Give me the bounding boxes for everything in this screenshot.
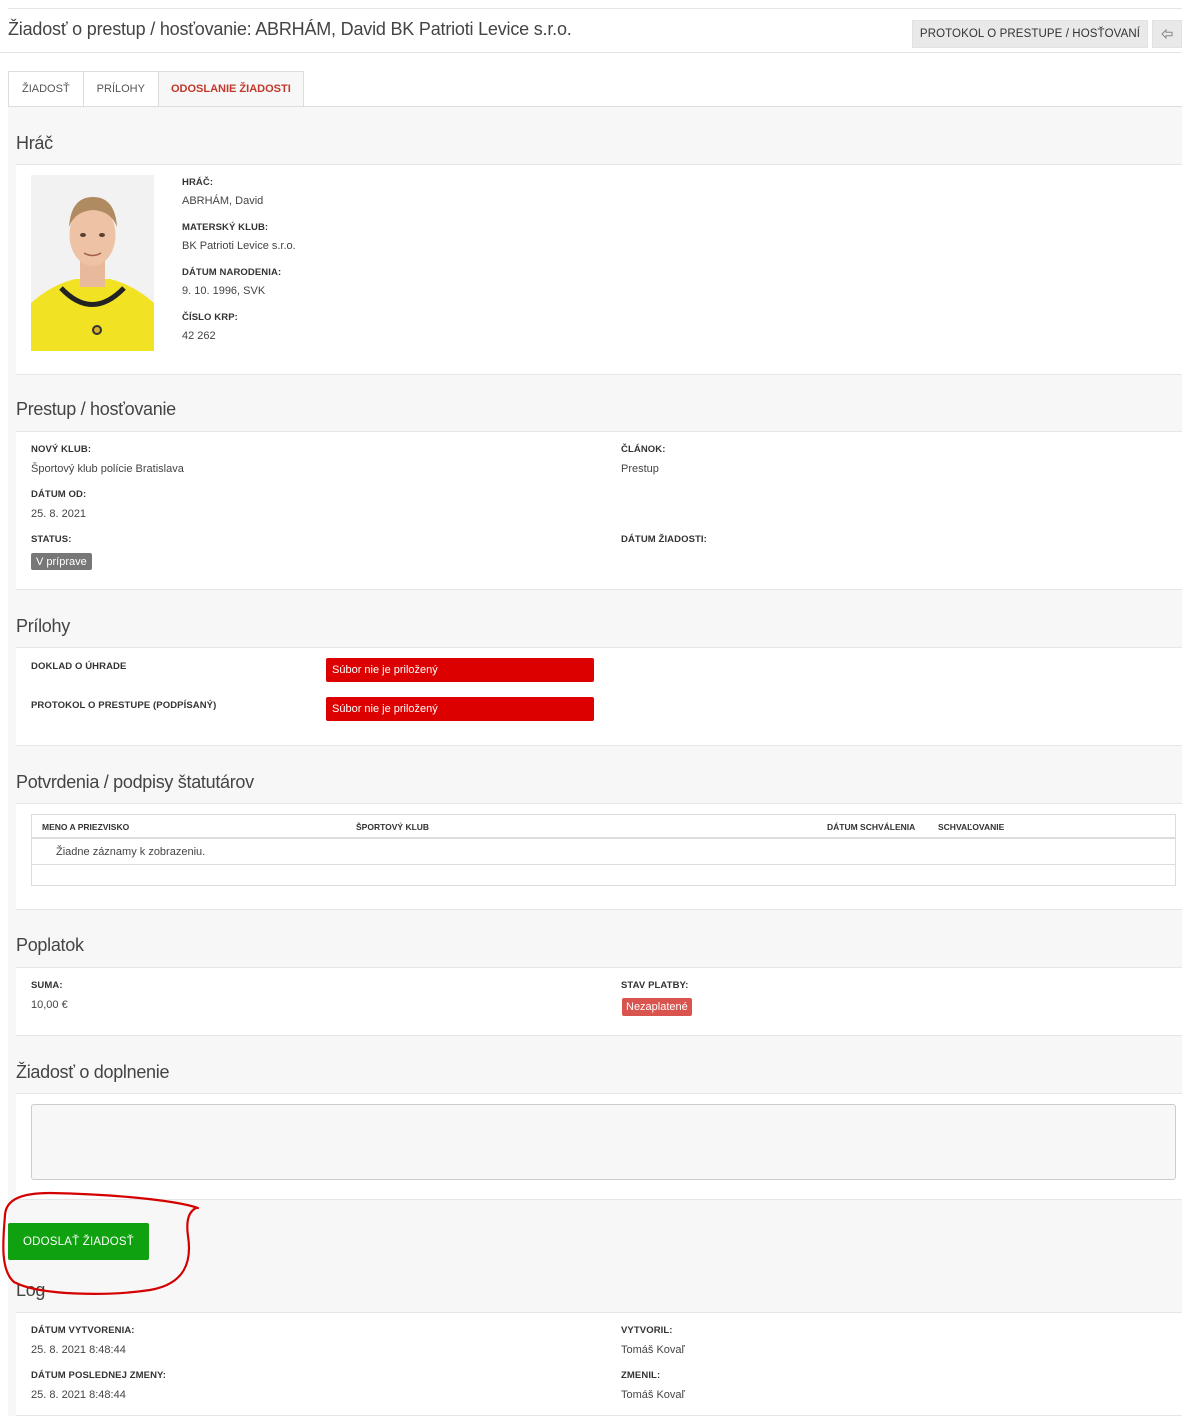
created-by-value: Tomáš Kovaľ bbox=[621, 1344, 685, 1356]
arrow-left-icon bbox=[1161, 29, 1173, 39]
birth-date-label: DÁTUM NARODENIA: bbox=[182, 267, 282, 278]
article-value: Prestup bbox=[621, 463, 659, 475]
fee-amount-label: SUMA: bbox=[31, 980, 63, 991]
confirmations-table: MENO A PRIEZVISKO ŠPORTOVÝ KLUB DÁTUM SC… bbox=[31, 814, 1176, 886]
modified-by-label: ZMENIL: bbox=[621, 1370, 661, 1381]
column-approval-date[interactable]: DÁTUM SCHVÁLENIA bbox=[827, 822, 915, 832]
request-date-label: DÁTUM ŽIADOSTI: bbox=[621, 534, 707, 545]
tab-bar: ŽIADOSŤ PRÍLOHY ODOSLANIE ŽIADOSTI bbox=[8, 71, 304, 107]
attachment-protocol-label: PROTOKOL O PRESTUPE (PODPÍSANÝ) bbox=[31, 700, 217, 711]
section-title-supplement: Žiadosť o doplnenie bbox=[16, 1062, 170, 1082]
confirmations-panel: MENO A PRIEZVISKO ŠPORTOVÝ KLUB DÁTUM SC… bbox=[16, 803, 1182, 910]
modified-date-label: DÁTUM POSLEDNEJ ZMENY: bbox=[31, 1370, 167, 1381]
birth-date-value: 9. 10. 1996, SVK bbox=[182, 285, 266, 297]
section-title-player: Hráč bbox=[16, 133, 53, 153]
new-club-label: NOVÝ KLUB: bbox=[31, 444, 92, 455]
modified-date-value: 25. 8. 2021 8:48:44 bbox=[31, 1389, 126, 1401]
player-name: ABRHÁM, David bbox=[182, 195, 264, 207]
section-title-transfer: Prestup / hosťovanie bbox=[16, 399, 176, 419]
column-name[interactable]: MENO A PRIEZVISKO bbox=[42, 822, 129, 832]
section-title-confirmations: Potvrdenia / podpisy štatutárov bbox=[16, 772, 254, 792]
player-label: HRÁČ: bbox=[182, 177, 214, 188]
page-header: Žiadosť o prestup / hosťovanie: ABRHÁM, … bbox=[0, 9, 1182, 53]
status-badge: V príprave bbox=[31, 553, 92, 570]
payment-status-label: STAV PLATBY: bbox=[621, 980, 689, 991]
tab-content: Hráč HRÁČ: ABRHÁM, David MATERSKÝ KLUB: … bbox=[8, 107, 1182, 1416]
modified-by-value: Tomáš Kovaľ bbox=[621, 1389, 685, 1401]
tab-request[interactable]: ŽIADOSŤ bbox=[8, 71, 83, 107]
protocol-button[interactable]: PROTOKOL O PRESTUPE / HOSŤOVANÍ bbox=[912, 20, 1148, 48]
supplement-textarea[interactable] bbox=[31, 1104, 1176, 1180]
krp-number-label: ČÍSLO KRP: bbox=[182, 312, 238, 323]
tab-attachments[interactable]: PRÍLOHY bbox=[82, 71, 158, 107]
new-club-value: Športový klub polície Bratislava bbox=[31, 463, 184, 475]
payment-status-badge: Nezaplatené bbox=[622, 998, 692, 1016]
attachment-payment-status[interactable]: Súbor nie je priložený bbox=[326, 658, 594, 682]
log-panel: DÁTUM VYTVORENIA: 25. 8. 2021 8:48:44 VY… bbox=[16, 1312, 1182, 1416]
created-by-label: VYTVORIL: bbox=[621, 1325, 673, 1336]
table-header: MENO A PRIEZVISKO ŠPORTOVÝ KLUB DÁTUM SC… bbox=[32, 815, 1175, 839]
fee-panel: SUMA: 10,00 € STAV PLATBY: Nezaplatené bbox=[16, 967, 1182, 1036]
section-title-log: Log bbox=[16, 1280, 46, 1300]
attachments-panel: DOKLAD O ÚHRADE Súbor nie je priložený P… bbox=[16, 647, 1182, 746]
column-approval[interactable]: SCHVAĽOVANIE bbox=[938, 822, 1004, 832]
player-photo bbox=[31, 175, 154, 351]
created-date-value: 25. 8. 2021 8:48:44 bbox=[31, 1344, 126, 1356]
transfer-panel: NOVÝ KLUB: Športový klub polície Bratisl… bbox=[16, 431, 1182, 590]
player-photo-image bbox=[31, 175, 154, 351]
date-from-label: DÁTUM OD: bbox=[31, 489, 87, 500]
attachment-payment-label: DOKLAD O ÚHRADE bbox=[31, 661, 127, 672]
table-empty-message: Žiadne záznamy k zobrazeniu. bbox=[56, 846, 206, 858]
column-club[interactable]: ŠPORTOVÝ KLUB bbox=[356, 822, 429, 832]
section-title-fee: Poplatok bbox=[16, 935, 84, 955]
parent-club-value: BK Patrioti Levice s.r.o. bbox=[182, 240, 296, 252]
fee-amount-value: 10,00 € bbox=[31, 999, 68, 1011]
article-label: ČLÁNOK: bbox=[621, 444, 666, 455]
created-date-label: DÁTUM VYTVORENIA: bbox=[31, 1325, 135, 1336]
back-button[interactable] bbox=[1152, 20, 1182, 48]
supplement-panel bbox=[16, 1093, 1182, 1200]
attachment-protocol-status[interactable]: Súbor nie je priložený bbox=[326, 697, 594, 721]
parent-club-label: MATERSKÝ KLUB: bbox=[182, 222, 269, 233]
date-from-value: 25. 8. 2021 bbox=[31, 508, 87, 520]
page-title: Žiadosť o prestup / hosťovanie: ABRHÁM, … bbox=[8, 19, 572, 39]
send-request-button[interactable]: ODOSLAŤ ŽIADOSŤ bbox=[8, 1223, 149, 1260]
section-title-attachments: Prílohy bbox=[16, 616, 70, 636]
player-panel: HRÁČ: ABRHÁM, David MATERSKÝ KLUB: BK Pa… bbox=[16, 164, 1182, 375]
tab-send-request[interactable]: ODOSLANIE ŽIADOSTI bbox=[157, 71, 304, 107]
status-label: STATUS: bbox=[31, 534, 72, 545]
table-row: Žiadne záznamy k zobrazeniu. bbox=[32, 839, 1175, 865]
krp-number-value: 42 262 bbox=[182, 330, 216, 342]
